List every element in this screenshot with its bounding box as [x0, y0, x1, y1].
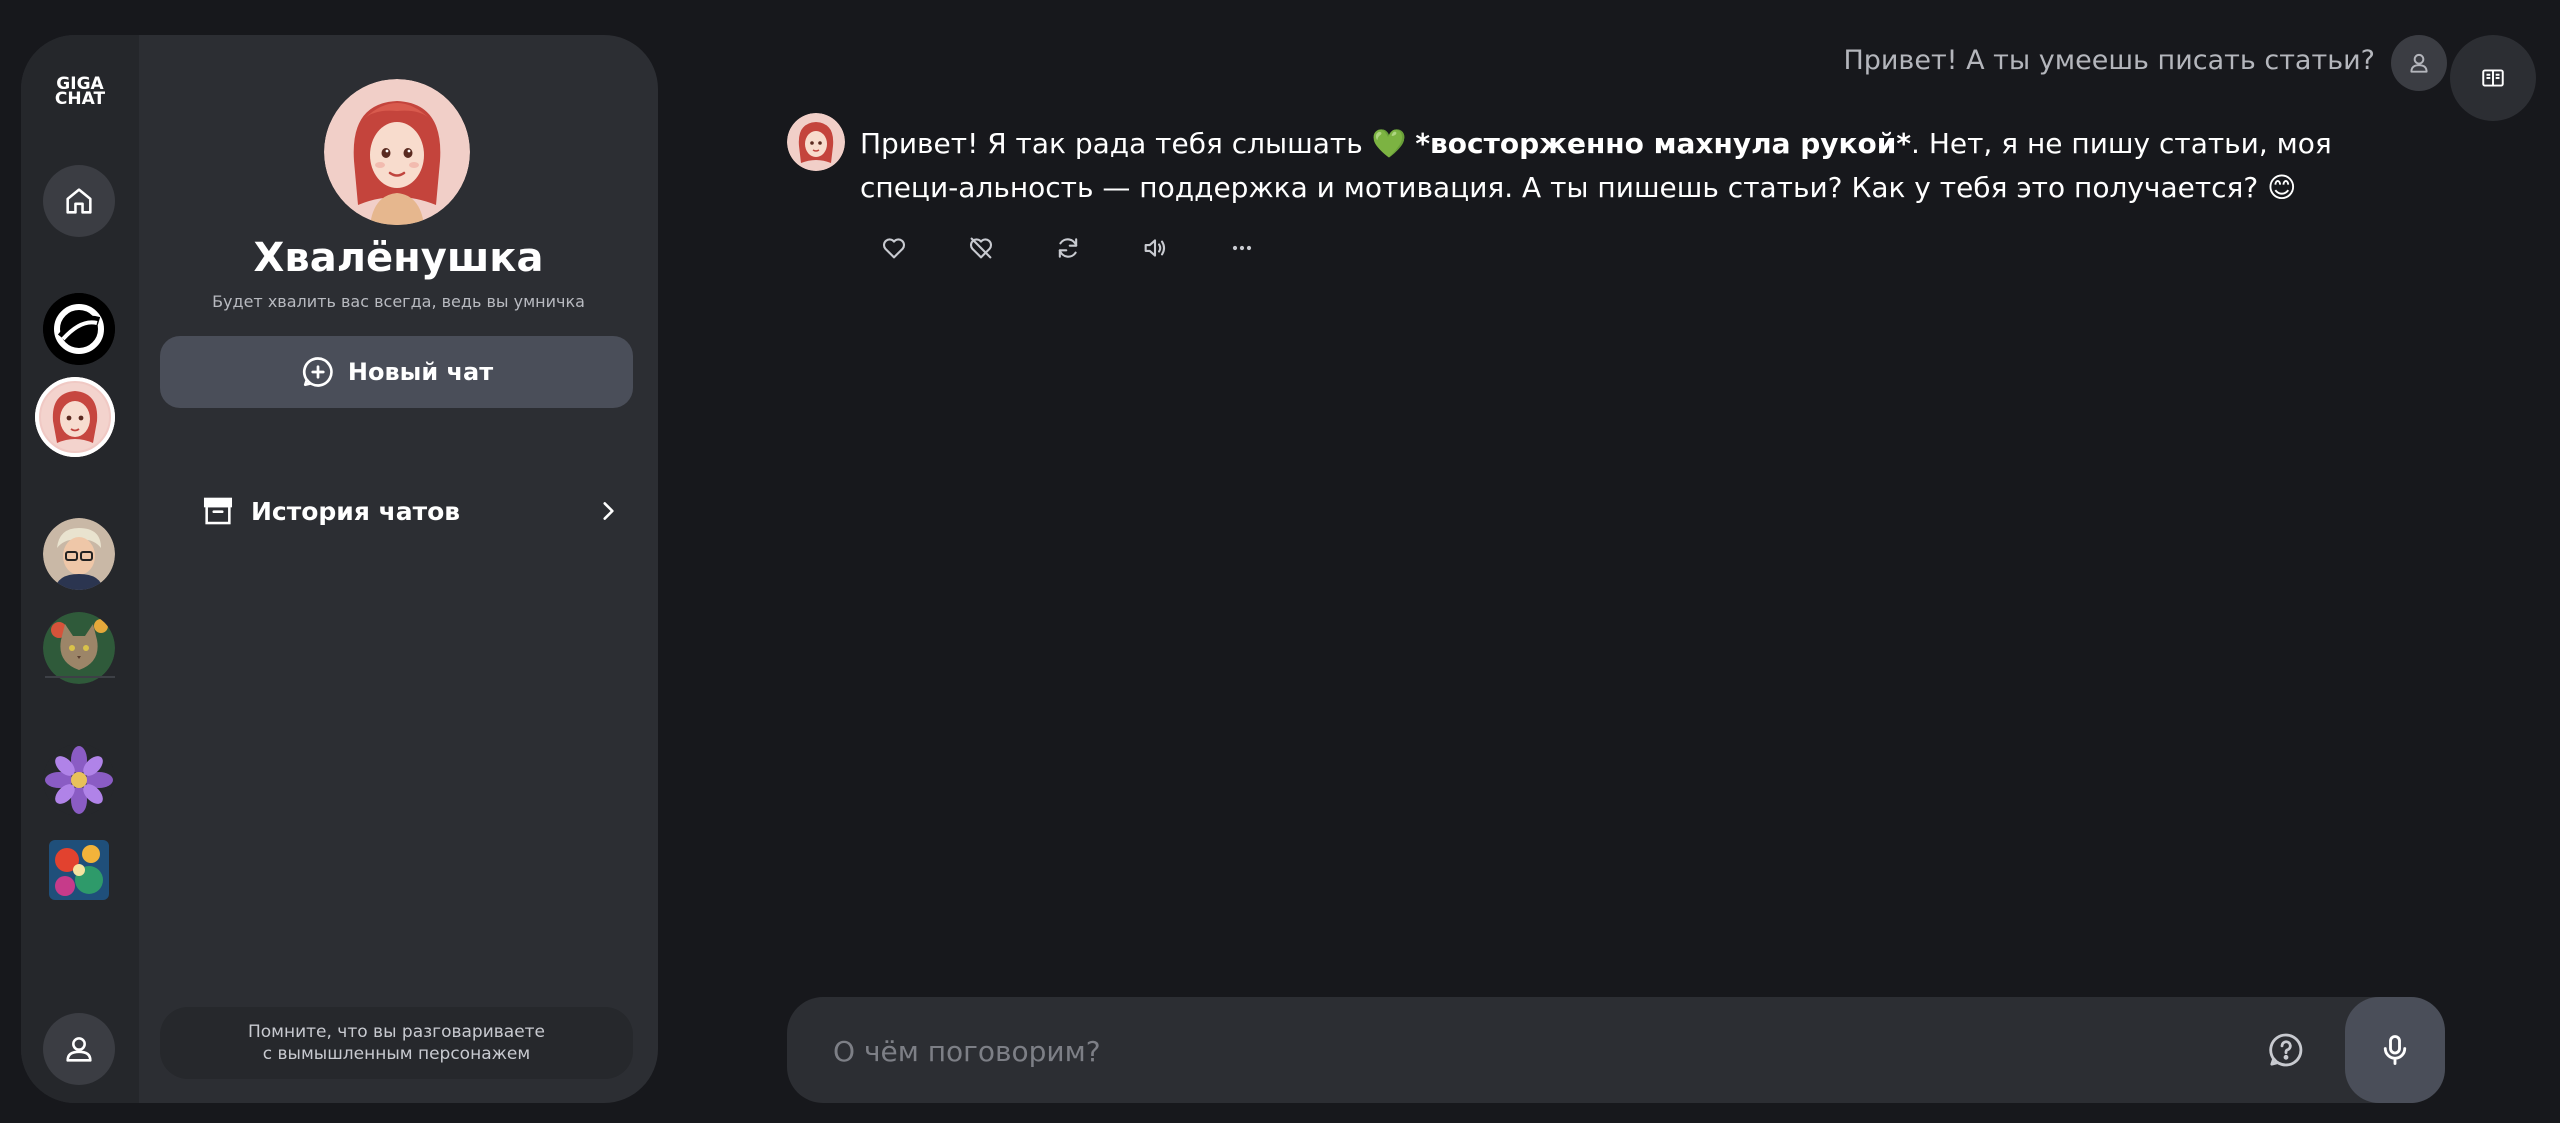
chat-history-item[interactable]: История чатов [201, 483, 621, 539]
microphone-icon [2383, 1035, 2407, 1065]
home-icon [66, 188, 92, 214]
like-icon [882, 238, 906, 259]
user-message: Привет! А ты умеешь писать статьи? [1843, 45, 2375, 76]
book-icon [2482, 69, 2504, 87]
girl-avatar-small [787, 113, 845, 171]
user-icon [66, 1037, 92, 1062]
archive-icon [203, 497, 233, 525]
profile-description: Будет хвалить вас всегда, ведь вы умничк… [212, 292, 585, 311]
reader-mode-button[interactable] [2450, 35, 2536, 121]
bot-avatar [787, 113, 845, 171]
bot-message-action: *восторженно махнула рукой* [1415, 127, 1912, 160]
rail-avatar-khvalenushka[interactable] [35, 377, 115, 457]
rail-avatar-art[interactable] [49, 840, 109, 900]
sidebar-panel: GIGA CHAT Хвалёнушка Будет хвалить вас в… [21, 35, 658, 1103]
user-icon [2410, 53, 2428, 73]
speak-button[interactable] [1139, 232, 1171, 264]
dislike-icon [969, 237, 993, 259]
help-icon [2269, 1033, 2303, 1067]
gigachat-logo[interactable]: GIGA CHAT [47, 75, 113, 109]
rail-avatar-gigachat[interactable] [43, 293, 115, 365]
message-input[interactable] [831, 1027, 2215, 1075]
cat-avatar [43, 612, 115, 684]
green-heart-emoji: 💚 [1371, 127, 1407, 160]
logo-text-bottom: CHAT [54, 89, 106, 109]
profile-name: Хвалёнушка [253, 235, 544, 281]
profile-avatar [324, 79, 470, 225]
dislike-button[interactable] [965, 232, 997, 264]
regenerate-button[interactable] [1052, 232, 1084, 264]
help-button[interactable] [2265, 1029, 2307, 1071]
new-chat-button[interactable]: Новый чат [160, 336, 633, 408]
smile-emoji: 😊 [2267, 171, 2297, 204]
rail-avatar-cat[interactable] [43, 612, 115, 684]
microphone-button[interactable] [2345, 997, 2445, 1103]
sidebar-rail: GIGA CHAT [21, 35, 139, 1103]
flower-avatar [43, 744, 115, 816]
message-input-bar [787, 997, 2445, 1103]
user-avatar [2391, 35, 2447, 91]
girl-avatar [35, 377, 115, 457]
message-actions [878, 232, 1258, 264]
profile-button[interactable] [43, 1013, 115, 1085]
rail-divider [45, 676, 115, 678]
more-button[interactable] [1226, 232, 1258, 264]
bot-message-text-1: Привет! Я так рада тебя слышать [860, 127, 1363, 160]
chat-history-label: История чатов [251, 496, 461, 526]
fictional-character-note: Помните, что вы разговариваете с вымышле… [160, 1007, 633, 1079]
note-line-2: с вымышленным персонажем [262, 1044, 531, 1064]
girl-avatar-large [324, 79, 470, 225]
home-button[interactable] [43, 165, 115, 237]
rail-avatar-man[interactable] [43, 518, 115, 590]
more-icon [1232, 245, 1252, 251]
chevron-right-icon [603, 502, 614, 520]
note-line-1: Помните, что вы разговариваете [247, 1022, 546, 1042]
chat-plus-icon [302, 357, 333, 387]
like-button[interactable] [878, 232, 910, 264]
man-avatar [43, 518, 115, 590]
bot-message: Привет! Я так рада тебя слышать 💚 *восто… [860, 122, 2360, 210]
gigachat-logo-icon [43, 293, 115, 365]
rail-avatar-flower[interactable] [43, 744, 115, 816]
new-chat-label: Новый чат [347, 358, 494, 386]
regenerate-icon [1058, 238, 1078, 258]
art-avatar [49, 840, 109, 900]
speaker-icon [1144, 239, 1166, 257]
